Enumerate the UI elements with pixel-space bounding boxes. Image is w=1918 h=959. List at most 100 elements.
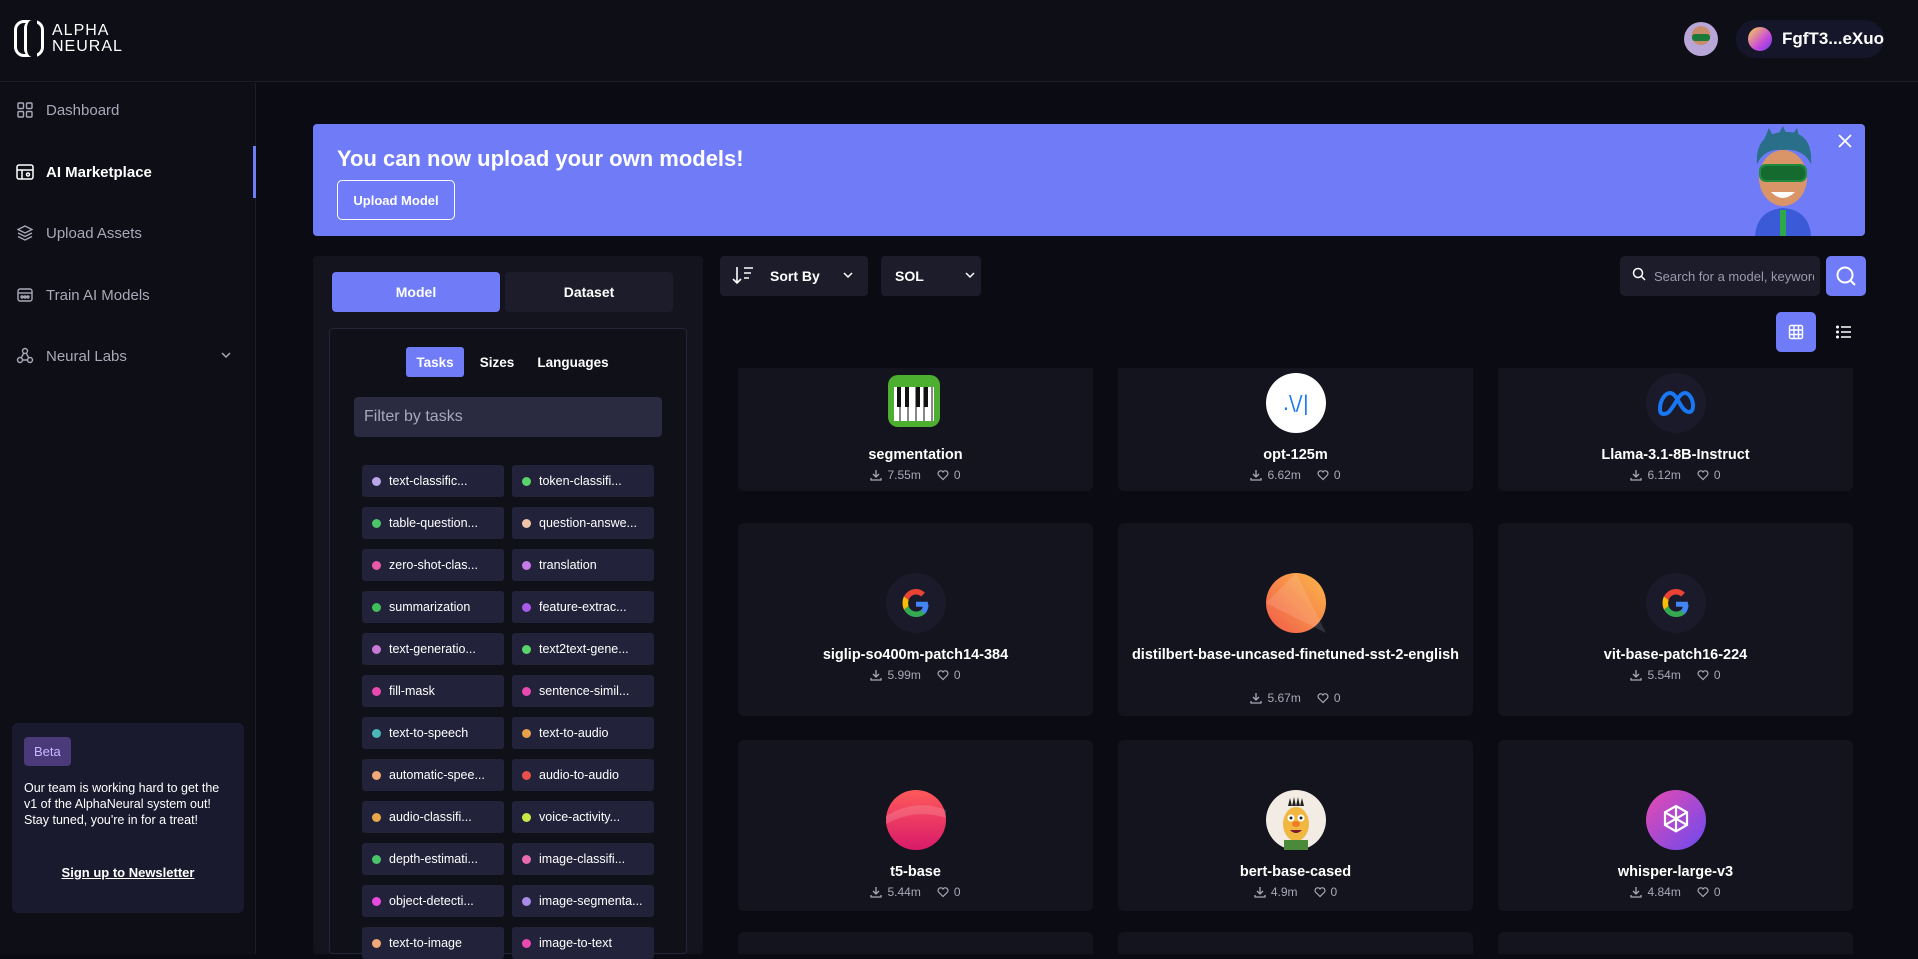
task-chip-label: text-to-speech [389, 726, 469, 740]
task-color-dot [522, 644, 531, 654]
likes-stat[interactable]: 0 [937, 668, 961, 682]
task-chip[interactable]: image-classifi... [512, 843, 654, 875]
heart-icon [1317, 470, 1329, 481]
search-input[interactable] [1654, 268, 1814, 284]
task-chip-label: question-answe... [539, 516, 637, 530]
task-chip[interactable]: summarization [362, 591, 504, 623]
model-card-partial[interactable] [1498, 932, 1853, 954]
model-card[interactable]: .\/| opt-125m 6.62m 0 [1118, 368, 1473, 491]
list-icon [1836, 325, 1851, 339]
task-chip[interactable]: text-classific... [362, 465, 504, 497]
task-chip[interactable]: feature-extrac... [512, 591, 654, 623]
model-card[interactable]: bert-base-cased 4.9m 0 [1118, 740, 1473, 911]
search-button[interactable] [1826, 256, 1866, 296]
likes-stat[interactable]: 0 [1317, 691, 1341, 705]
sidebar-item-dashboard[interactable]: Dashboard [16, 90, 252, 130]
user-avatar[interactable] [1684, 22, 1718, 56]
task-color-dot [522, 812, 531, 822]
model-card[interactable]: segmentation 7.55m 0 [738, 368, 1093, 491]
top-bar: ALPHA NEURAL FgfT3...eXuo [0, 0, 1918, 82]
filter-panel: Model Dataset Tasks Sizes Languages text… [313, 256, 703, 959]
tab-dataset[interactable]: Dataset [505, 272, 673, 312]
likes-stat[interactable]: 0 [937, 885, 961, 899]
tab-model[interactable]: Model [332, 272, 500, 312]
task-chip-label: image-classifi... [539, 852, 626, 866]
model-card[interactable]: t5-base 5.44m 0 [738, 740, 1093, 911]
svg-text:.\/|: .\/| [1283, 391, 1310, 415]
downloads-stat: 5.44m [870, 885, 921, 899]
model-stats: 4.9m 0 [1118, 885, 1473, 899]
task-chip[interactable]: audio-to-audio [512, 759, 654, 791]
openai-logo-icon [1646, 790, 1706, 850]
model-card[interactable]: Llama-3.1-8B-Instruct 6.12m 0 [1498, 368, 1853, 491]
subtab-tasks[interactable]: Tasks [406, 347, 464, 377]
subtab-sizes[interactable]: Sizes [470, 347, 524, 377]
search-field[interactable] [1620, 256, 1820, 296]
task-chip[interactable]: token-classifi... [512, 465, 654, 497]
model-stats: 5.67m 0 [1118, 691, 1473, 705]
sidebar-item-upload-assets[interactable]: Upload Assets [16, 213, 252, 253]
model-stats: 5.54m 0 [1498, 668, 1853, 682]
likes-stat[interactable]: 0 [1317, 468, 1341, 482]
sidebar-item-ai-marketplace[interactable]: AI Marketplace [16, 152, 252, 192]
task-chip[interactable]: text-to-audio [512, 717, 654, 749]
task-chip[interactable]: text-generatio... [362, 633, 504, 665]
task-chip-label: token-classifi... [539, 474, 622, 488]
likes-stat[interactable]: 0 [1313, 885, 1337, 899]
task-chip[interactable]: sentence-simil... [512, 675, 654, 707]
task-chip[interactable]: image-segmenta... [512, 885, 654, 917]
grid-view-button[interactable] [1776, 312, 1816, 352]
task-chip[interactable]: zero-shot-clas... [362, 549, 504, 581]
model-card[interactable]: siglip-so400m-patch14-384 5.99m 0 [738, 523, 1093, 716]
chevron-down-icon[interactable] [220, 348, 232, 365]
sort-by-dropdown[interactable]: Sort By [720, 256, 868, 296]
task-chip[interactable]: voice-activity... [512, 801, 654, 833]
train-icon [16, 286, 34, 304]
heart-icon [1697, 470, 1709, 481]
model-card[interactable]: vit-base-patch16-224 5.54m 0 [1498, 523, 1853, 716]
model-card-partial[interactable] [738, 932, 1093, 954]
task-color-dot [372, 476, 381, 486]
wallet-button[interactable]: FgfT3...eXuo [1736, 20, 1884, 58]
task-chip[interactable]: table-question... [362, 507, 504, 539]
task-color-dot [522, 560, 531, 570]
sort-icon [732, 265, 754, 288]
task-color-dot [522, 686, 531, 696]
task-chip[interactable]: depth-estimati... [362, 843, 504, 875]
model-name: t5-base [890, 864, 941, 880]
model-card[interactable]: distilbert-base-uncased-finetuned-sst-2-… [1118, 523, 1473, 716]
likes-stat[interactable]: 0 [1697, 885, 1721, 899]
subtab-languages[interactable]: Languages [528, 347, 618, 377]
task-chip[interactable]: text2text-gene... [512, 633, 654, 665]
task-chip[interactable]: image-to-text [512, 927, 654, 959]
task-chip[interactable]: fill-mask [362, 675, 504, 707]
currency-dropdown[interactable]: SOL [881, 256, 981, 296]
model-card-partial[interactable] [1118, 932, 1473, 954]
newsletter-link[interactable]: Sign up to Newsletter [12, 865, 244, 880]
task-chip[interactable]: question-answe... [512, 507, 654, 539]
model-stats: 7.55m 0 [738, 468, 1093, 482]
search-icon [1632, 267, 1646, 286]
task-color-dot [522, 476, 531, 486]
task-chip[interactable]: text-to-image [362, 927, 504, 959]
sidebar-item-neural-labs[interactable]: Neural Labs [16, 336, 252, 376]
upload-model-button[interactable]: Upload Model [337, 180, 455, 220]
likes-stat[interactable]: 0 [1697, 468, 1721, 482]
close-icon[interactable] [1835, 132, 1855, 152]
google-logo-icon [1646, 573, 1706, 633]
task-chip[interactable]: translation [512, 549, 654, 581]
likes-stat[interactable]: 0 [1697, 668, 1721, 682]
filter-tasks-input[interactable] [354, 397, 662, 437]
model-name: opt-125m [1263, 447, 1328, 463]
sidebar-item-train-ai-models[interactable]: Train AI Models [16, 275, 252, 315]
task-chip[interactable]: automatic-spee... [362, 759, 504, 791]
model-card[interactable]: whisper-large-v3 4.84m 0 [1498, 740, 1853, 911]
list-view-button[interactable] [1824, 312, 1864, 352]
likes-stat[interactable]: 0 [937, 468, 961, 482]
task-color-dot [372, 854, 381, 864]
task-chip-label: image-to-text [539, 936, 612, 950]
task-chip[interactable]: text-to-speech [362, 717, 504, 749]
task-chip[interactable]: audio-classifi... [362, 801, 504, 833]
task-chip[interactable]: object-detecti... [362, 885, 504, 917]
logo[interactable]: ALPHA NEURAL [14, 20, 123, 57]
